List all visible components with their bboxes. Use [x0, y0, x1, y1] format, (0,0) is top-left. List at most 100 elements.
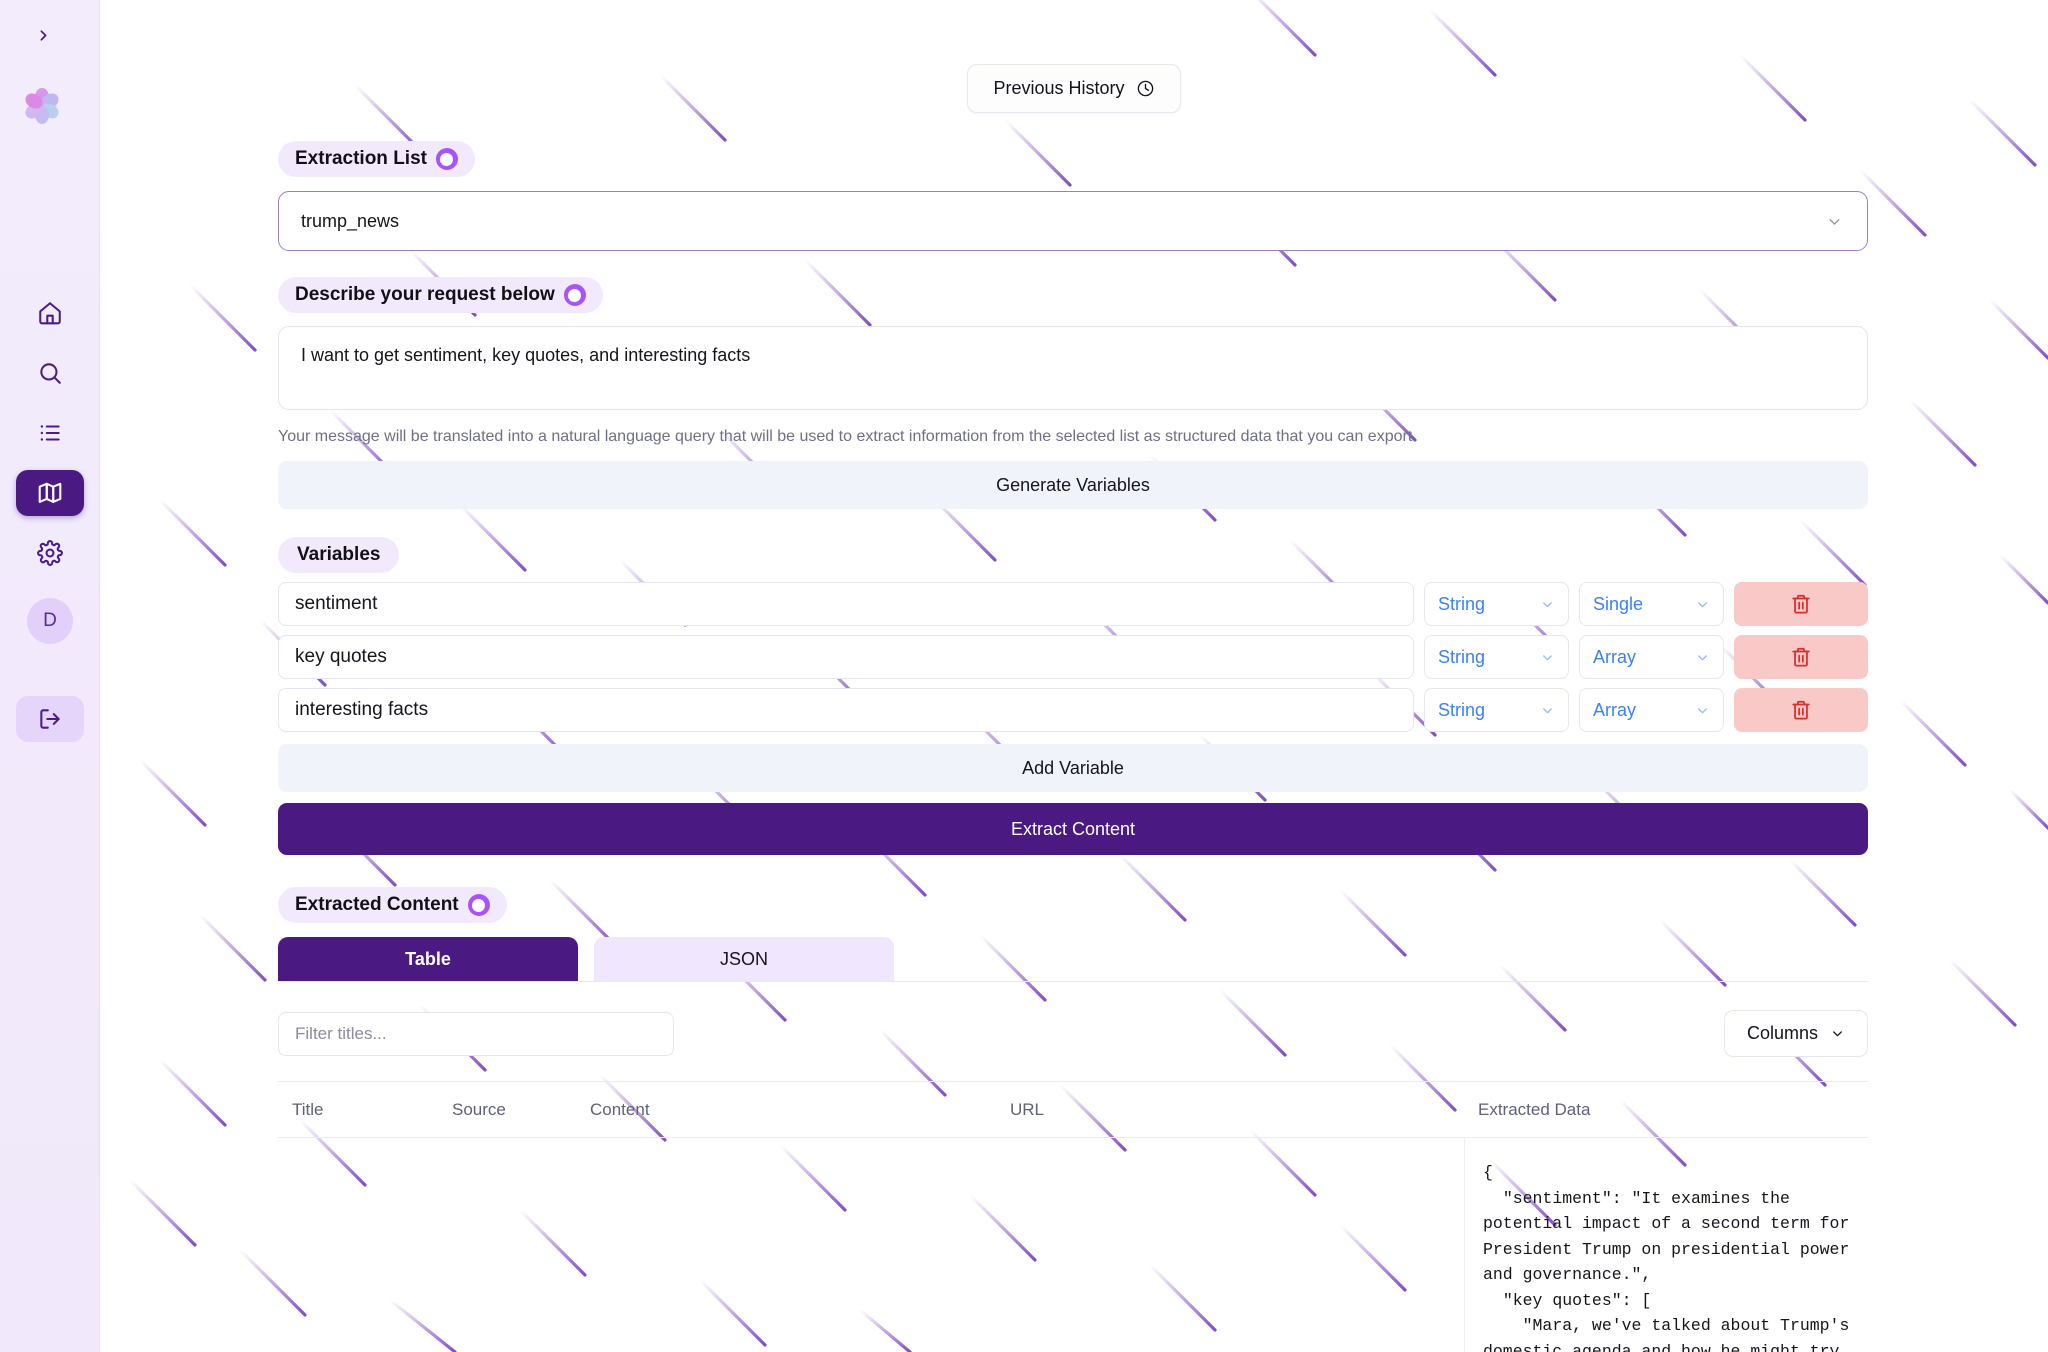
sidebar-item-map[interactable]	[16, 470, 84, 516]
variables-rows: String Single	[278, 582, 1868, 732]
logout-button[interactable]	[16, 696, 84, 742]
add-variable-button[interactable]: Add Variable	[278, 744, 1868, 792]
previous-history-button[interactable]: Previous History	[967, 64, 1181, 113]
extracted-tabs: Table JSON	[278, 937, 1868, 981]
variable-name-input[interactable]	[278, 635, 1414, 679]
chevron-down-icon	[1833, 1031, 1842, 1037]
extraction-list-value: trump_news	[301, 210, 400, 231]
variable-type-select[interactable]: String	[1424, 635, 1569, 679]
chevron-down-icon	[1543, 707, 1552, 713]
variable-row: String Single	[278, 582, 1868, 626]
tab-json-label: JSON	[719, 948, 768, 969]
columns-label: Columns	[1746, 1023, 1818, 1043]
table-toolbar: Columns	[278, 1010, 1868, 1057]
request-label: Describe your request below	[295, 284, 555, 305]
request-textarea[interactable]	[278, 326, 1868, 410]
table-body: { "sentiment": "It examines the potentia…	[278, 1138, 1868, 1352]
variable-cardinality-value: Single	[1593, 593, 1644, 614]
variable-type-value: String	[1438, 646, 1486, 667]
column-header-extracted-data[interactable]: Extracted Data	[1464, 1100, 1868, 1120]
generate-variables-button[interactable]: Generate Variables	[278, 461, 1868, 509]
tab-table[interactable]: Table	[278, 937, 578, 981]
column-header-url[interactable]: URL	[996, 1100, 1464, 1120]
tab-table-label: Table	[405, 948, 451, 969]
sidebar-item-lists[interactable]	[16, 410, 84, 456]
home-icon	[39, 302, 61, 325]
request-section: Describe your request below Your message…	[278, 277, 1868, 509]
extract-content-button[interactable]: Extract Content	[278, 803, 1868, 855]
flower-logo	[25, 88, 59, 124]
gear-icon	[37, 540, 63, 566]
column-header-title[interactable]: Title	[278, 1100, 438, 1120]
generate-variables-label: Generate Variables	[996, 474, 1150, 495]
add-variable-label: Add Variable	[1022, 757, 1124, 778]
cell-extracted-data: { "sentiment": "It examines the potentia…	[1464, 1138, 1868, 1352]
chevron-down-icon	[1698, 654, 1707, 660]
cell-title	[278, 1138, 438, 1352]
delete-variable-button[interactable]	[1734, 582, 1868, 626]
chevron-right-icon	[40, 29, 46, 41]
extracted-table: Title Source Content URL Extracted Data …	[278, 1081, 1868, 1352]
request-hint: Your message will be translated into a n…	[278, 428, 1417, 445]
check-circle-icon	[467, 894, 490, 916]
sidebar-collapse-button[interactable]	[26, 18, 60, 52]
variable-type-select[interactable]: String	[1424, 688, 1569, 732]
request-label-pill: Describe your request below	[278, 277, 603, 313]
extraction-list-select[interactable]: trump_news	[278, 191, 1868, 251]
variables-label: Variables	[297, 544, 381, 565]
chevron-down-icon	[1543, 601, 1552, 607]
chevron-down-icon	[1543, 654, 1552, 660]
delete-variable-button[interactable]	[1734, 688, 1868, 732]
extracted-content-section: Extracted Content Table JSON Columns	[278, 887, 1868, 1352]
sidebar-item-settings[interactable]	[16, 530, 84, 576]
sidebar-item-search[interactable]	[16, 350, 84, 396]
chevron-down-icon	[1829, 218, 1840, 225]
sidebar-nav: D	[0, 290, 100, 742]
avatar-initial: D	[43, 610, 57, 631]
extracted-content-label: Extracted Content	[295, 894, 459, 915]
check-circle-icon	[563, 284, 586, 306]
variables-section: Variables String Single	[278, 537, 1868, 855]
table-row[interactable]: { "sentiment": "It examines the potentia…	[278, 1138, 1868, 1352]
check-circle-icon	[435, 148, 458, 170]
sidebar: D	[0, 0, 100, 1352]
variables-label-pill: Variables	[278, 537, 400, 573]
extract-content-label: Extract Content	[1010, 818, 1136, 839]
search-icon	[40, 363, 61, 384]
column-header-source[interactable]: Source	[438, 1100, 576, 1120]
variable-type-value: String	[1438, 699, 1486, 720]
trash-icon	[1792, 647, 1810, 667]
delete-variable-button[interactable]	[1734, 635, 1868, 679]
page-body: Previous History Extraction List trump_n…	[100, 0, 2048, 1352]
cell-source	[438, 1138, 576, 1352]
avatar[interactable]: D	[27, 598, 73, 644]
cell-url	[996, 1138, 1464, 1352]
main-content: Previous History Extraction List trump_n…	[100, 0, 2048, 1352]
column-header-content[interactable]: Content	[576, 1100, 996, 1120]
variable-cardinality-value: Array	[1593, 646, 1637, 667]
extraction-list-label-pill: Extraction List	[278, 141, 475, 177]
tab-json[interactable]: JSON	[594, 937, 894, 981]
history-bar: Previous History	[100, 0, 2048, 113]
variable-cardinality-select[interactable]: Array	[1579, 635, 1724, 679]
sidebar-item-home[interactable]	[16, 290, 84, 336]
variable-cardinality-select[interactable]: Single	[1579, 582, 1724, 626]
columns-button[interactable]: Columns	[1723, 1010, 1868, 1057]
variable-cardinality-value: Array	[1593, 699, 1637, 720]
cell-content	[576, 1138, 996, 1352]
clock-icon	[1137, 80, 1153, 97]
variable-name-input[interactable]	[278, 688, 1414, 732]
trash-icon	[1792, 700, 1810, 720]
variable-type-select[interactable]: String	[1424, 582, 1569, 626]
app-logo[interactable]	[20, 84, 64, 128]
chevron-down-icon	[1698, 601, 1707, 607]
list-icon	[40, 425, 60, 441]
variable-cardinality-select[interactable]: Array	[1579, 688, 1724, 732]
variable-name-input[interactable]	[278, 582, 1414, 626]
tabs-divider	[278, 981, 1868, 982]
filter-titles-input[interactable]	[278, 1011, 674, 1056]
extracted-content-label-pill: Extracted Content	[278, 887, 507, 923]
trash-icon	[1792, 594, 1810, 614]
previous-history-label: Previous History	[993, 78, 1125, 98]
variable-row: String Array	[278, 635, 1868, 679]
